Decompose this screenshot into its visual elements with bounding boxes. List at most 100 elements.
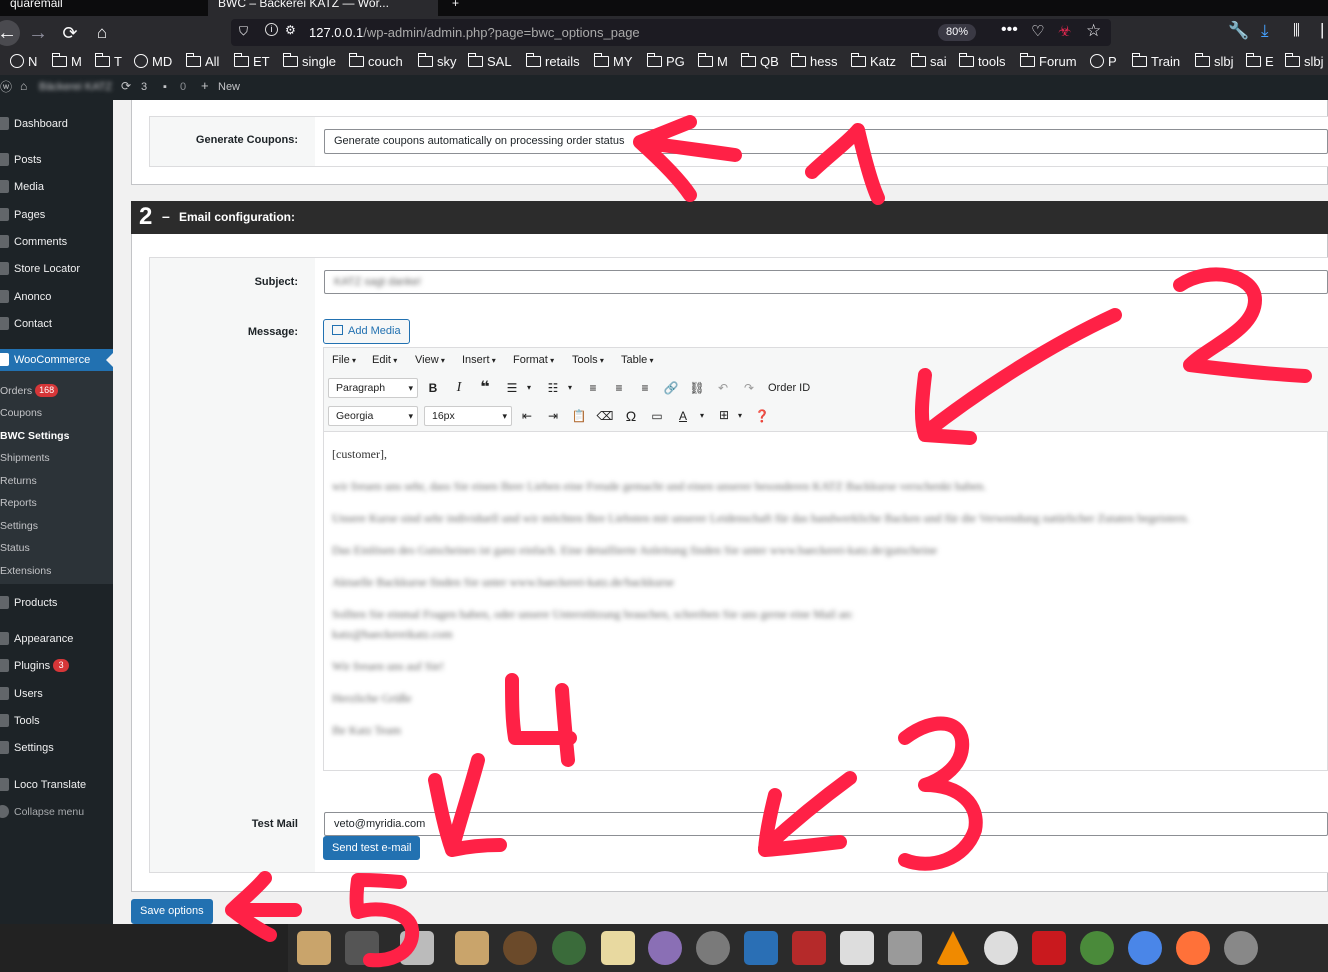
more-actions-icon[interactable]: ••• <box>1001 21 1018 39</box>
bookmark-folder[interactable]: PG <box>646 53 685 71</box>
bookmark-folder[interactable]: couch <box>348 53 403 71</box>
submenu-bwc-settings[interactable]: BWC Settings <box>0 430 69 443</box>
subject-input[interactable]: KATZ sagt danke! <box>324 270 1328 294</box>
outdent-icon[interactable]: ⇤ <box>517 408 537 424</box>
sidebar-item-settings[interactable]: Settings <box>0 741 54 755</box>
zoom-indicator[interactable]: 80% <box>938 24 977 41</box>
menu-table[interactable]: Table <box>621 354 654 367</box>
redo-icon[interactable]: ↷ <box>739 380 759 396</box>
gimp-icon[interactable] <box>503 931 537 965</box>
updates-icon[interactable]: ⟳ <box>121 79 131 93</box>
download-icon[interactable]: ⤓ <box>1261 21 1269 41</box>
submenu-reports[interactable]: Reports <box>0 497 37 510</box>
folder-icon[interactable] <box>455 931 489 965</box>
text-color-icon[interactable]: A <box>673 408 693 424</box>
library-icon[interactable]: ⫼ <box>1293 22 1300 39</box>
bookmark-folder[interactable]: M <box>51 53 82 71</box>
collapse-menu-button[interactable]: Collapse menu <box>0 805 84 819</box>
bookmark-star-icon[interactable]: ☆ <box>1086 21 1101 41</box>
bookmark-folder[interactable]: T <box>94 53 122 71</box>
font-family-select[interactable]: Georgia <box>328 406 418 426</box>
blockquote-icon[interactable]: ❝ <box>475 380 495 396</box>
menu-tools[interactable]: Tools <box>572 354 604 367</box>
system-monitor-icon[interactable] <box>744 931 778 965</box>
back-arrow-icon[interactable]: ← <box>0 20 20 46</box>
bookmark-folder[interactable]: sky <box>417 53 457 71</box>
vlc-icon[interactable] <box>936 931 970 965</box>
bookmark-item[interactable]: N <box>10 53 37 71</box>
menu-edit[interactable]: Edit <box>372 354 397 367</box>
sidebar-item-contact[interactable]: Contact <box>0 317 52 331</box>
bookmark-folder[interactable]: tools <box>958 53 1005 71</box>
bookmark-item[interactable]: P <box>1090 53 1117 71</box>
align-left-icon[interactable]: ≡ <box>583 380 603 396</box>
pidgin-icon[interactable] <box>648 931 682 965</box>
test-mail-input[interactable]: veto@myridia.com <box>324 812 1328 836</box>
browser-tab[interactable]: quaremail <box>0 0 200 16</box>
bold-icon[interactable]: B <box>423 380 443 396</box>
bookmark-folder[interactable]: Forum <box>1019 53 1077 71</box>
special-character-icon[interactable]: Ω <box>621 408 641 424</box>
submenu-coupons[interactable]: Coupons <box>0 407 42 420</box>
bookmark-item[interactable]: MD <box>134 53 172 71</box>
bookmark-folder[interactable]: M <box>697 53 728 71</box>
horizontal-line-icon[interactable]: ▭ <box>647 408 667 424</box>
undo-icon[interactable]: ↶ <box>713 380 733 396</box>
sidebar-item-pages[interactable]: Pages <box>0 208 45 222</box>
text-color-dropdown-icon[interactable]: ▾ <box>692 408 712 424</box>
help-icon[interactable]: ❓ <box>752 408 772 424</box>
site-name-link[interactable]: Bäckerei KATZ <box>39 80 112 94</box>
sidebar-item-media[interactable]: Media <box>0 180 44 194</box>
bullet-list-dropdown-icon[interactable]: ▾ <box>519 380 539 396</box>
save-options-button[interactable]: Save options <box>131 899 213 924</box>
disk-usage-icon[interactable] <box>888 931 922 965</box>
sidebar-item-loco-translate[interactable]: Loco Translate <box>0 778 86 792</box>
submenu-shipments[interactable]: Shipments <box>0 452 50 465</box>
firefox-icon[interactable] <box>1176 931 1210 965</box>
clear-formatting-icon[interactable]: ⌫ <box>595 408 615 424</box>
submenu-orders[interactable]: Orders 168 <box>0 384 59 398</box>
clock-icon[interactable] <box>984 931 1018 965</box>
bookmark-folder[interactable]: slbj <box>1194 53 1234 71</box>
sidebar-item-plugins[interactable]: Plugins 3 <box>0 659 70 673</box>
align-right-icon[interactable]: ≡ <box>635 380 655 396</box>
sidebar-icon[interactable]: | <box>1320 20 1324 40</box>
new-tab-button[interactable]: + <box>442 0 462 16</box>
pocket-icon[interactable]: ♡ <box>1031 22 1044 40</box>
submenu-returns[interactable]: Returns <box>0 475 37 488</box>
url-text[interactable]: 127.0.0.1/wp-admin/admin.php?page=bwc_op… <box>309 24 640 41</box>
bookmark-folder[interactable]: Katz <box>850 53 896 71</box>
sidebar-item-products[interactable]: Products <box>0 596 57 610</box>
sidebar-item-users[interactable]: Users <box>0 687 43 701</box>
numbered-list-dropdown-icon[interactable]: ▾ <box>560 380 580 396</box>
new-content-link[interactable]: New <box>218 80 240 94</box>
sidebar-item-tools[interactable]: Tools <box>0 714 40 728</box>
home-folder-icon[interactable] <box>297 931 331 965</box>
add-media-button[interactable]: Add Media <box>323 319 410 344</box>
text-editor-icon[interactable] <box>601 931 635 965</box>
turtle-app-icon[interactable] <box>552 931 586 965</box>
forward-arrow-icon[interactable]: → <box>25 20 51 46</box>
plus-icon[interactable]: + <box>201 79 209 93</box>
chromium-icon[interactable] <box>1128 931 1162 965</box>
home-icon[interactable]: ⌂ <box>20 79 27 93</box>
sidebar-item-dashboard[interactable]: Dashboard <box>0 117 68 131</box>
italic-icon[interactable]: I <box>449 380 469 396</box>
sync-app-icon[interactable] <box>1224 931 1258 965</box>
indent-icon[interactable]: ⇥ <box>543 408 563 424</box>
gimp-wilber-icon[interactable] <box>696 931 730 965</box>
menu-format[interactable]: Format <box>513 354 554 367</box>
info-icon[interactable]: i <box>265 23 278 36</box>
updates-count[interactable]: 3 <box>141 80 147 94</box>
table-dropdown-icon[interactable]: ▾ <box>730 408 750 424</box>
terminal-icon[interactable] <box>345 931 379 965</box>
sidebar-item-woocommerce[interactable]: WooCommerce <box>0 353 90 367</box>
format-select[interactable]: Paragraph <box>328 378 418 398</box>
bookmark-folder[interactable]: QB <box>740 53 779 71</box>
sidebar-item-anonco[interactable]: Anonco <box>0 290 51 304</box>
send-test-email-button[interactable]: Send test e-mail <box>323 836 421 860</box>
url-bar[interactable]: ⛉ i ⚙ 127.0.0.1/wp-admin/admin.php?page=… <box>231 19 1111 46</box>
sidebar-item-comments[interactable]: Comments <box>0 235 67 249</box>
unlink-icon[interactable]: ⛓ <box>687 380 707 396</box>
sidebar-item-posts[interactable]: Posts <box>0 153 42 167</box>
